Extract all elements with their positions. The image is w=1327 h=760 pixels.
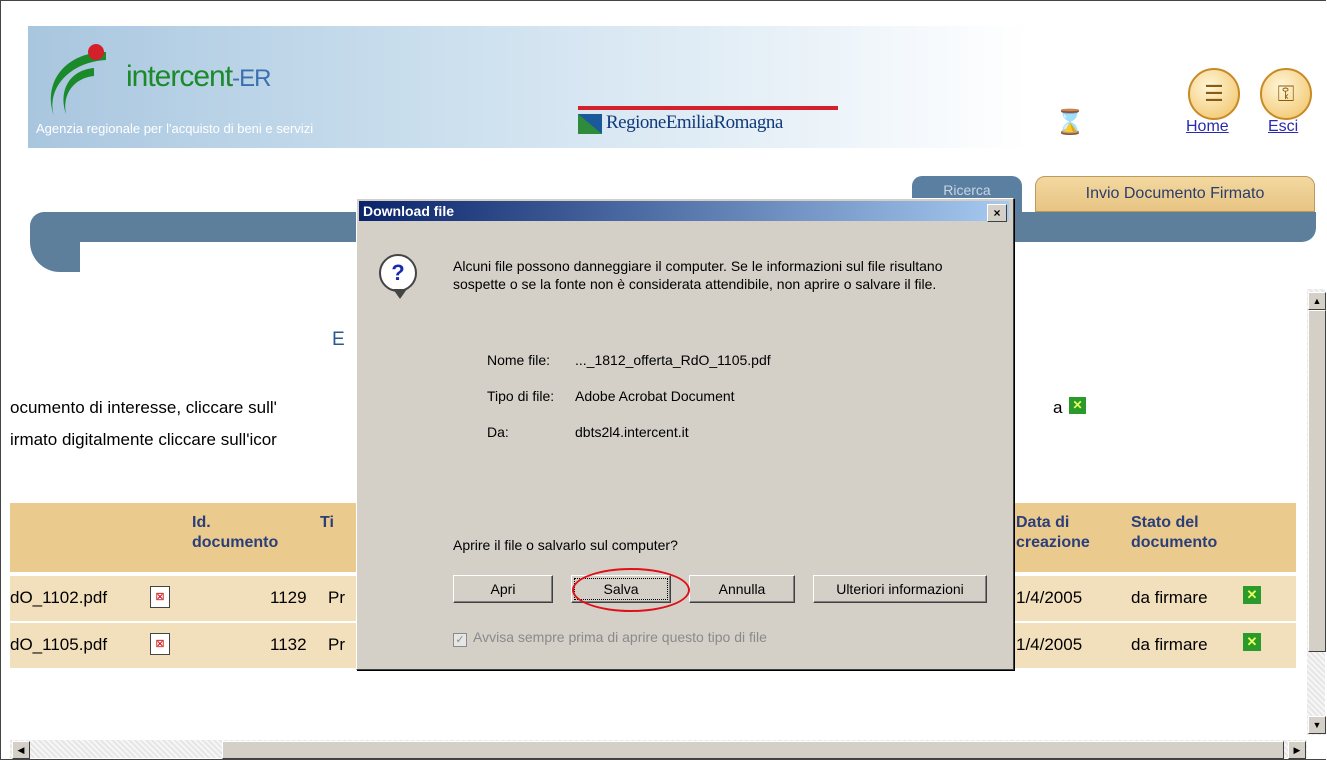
always-ask-label: Avvisa sempre prima di aprire questo tip… bbox=[473, 629, 767, 645]
instruction-line-1-end: a bbox=[1053, 398, 1063, 417]
pdf-icon[interactable]: ⊠ bbox=[150, 633, 170, 655]
annulla-button[interactable]: Annulla bbox=[689, 575, 795, 603]
scroll-right-icon[interactable]: ▶ bbox=[1288, 741, 1306, 759]
sign-icon: ✕ bbox=[1069, 397, 1086, 414]
vertical-scroll-thumb[interactable] bbox=[1308, 310, 1326, 652]
status-cell: da firmare bbox=[1131, 588, 1208, 607]
tipo-cell: Pr bbox=[328, 635, 345, 654]
dialog-title-bar[interactable]: Download file × bbox=[359, 201, 1009, 222]
close-icon[interactable]: × bbox=[987, 204, 1007, 222]
scroll-down-icon[interactable]: ▼ bbox=[1308, 716, 1326, 734]
dialog-question: Aprire il file o salvarlo sul computer? bbox=[453, 537, 678, 553]
id-cell: 1129 bbox=[270, 588, 307, 607]
intercent-logo-icon bbox=[50, 44, 106, 116]
file-name-cell[interactable]: dO_1102.pdf bbox=[10, 588, 107, 608]
esci-link[interactable]: Esci bbox=[1268, 118, 1298, 136]
column-header-stato: Stato del documento bbox=[1131, 514, 1218, 551]
salva-button[interactable]: Salva bbox=[571, 575, 671, 603]
question-icon-tail bbox=[393, 289, 407, 299]
instruction-line-1: ocumento di interesse, cliccare sull' bbox=[10, 398, 277, 417]
dialog-title: Download file bbox=[363, 203, 454, 219]
file-type-label: Tipo di file: bbox=[487, 388, 555, 404]
status-cell: da firmare bbox=[1131, 635, 1208, 654]
instruction-line-2: irmato digitalmente cliccare sull'icor bbox=[10, 430, 277, 449]
column-header-tipo: Ti bbox=[320, 514, 334, 531]
always-ask-checkbox-row: ✓ Avvisa sempre prima di aprire questo ti… bbox=[453, 629, 767, 647]
apri-button[interactable]: Apri bbox=[453, 575, 553, 603]
source-label: Da: bbox=[487, 424, 509, 440]
date-cell: 1/4/2005 bbox=[1016, 588, 1083, 607]
file-name-cell[interactable]: dO_1105.pdf bbox=[10, 635, 107, 655]
id-cell: 1132 bbox=[270, 635, 307, 654]
horizontal-scroll-thumb[interactable] bbox=[222, 741, 1284, 759]
source-value: dbts2l4.intercent.it bbox=[575, 424, 689, 440]
regione-logo: RegioneEmiliaRomagna bbox=[578, 106, 838, 140]
file-name-label: Nome file: bbox=[487, 352, 551, 368]
column-header-id: Id. documento bbox=[192, 514, 279, 551]
agency-tagline: Agenzia regionale per l'acquisto di beni… bbox=[36, 121, 314, 136]
file-type-value: Adobe Acrobat Document bbox=[575, 388, 735, 404]
pdf-icon[interactable]: ⊠ bbox=[150, 586, 170, 608]
home-icon[interactable]: ☰ bbox=[1188, 68, 1240, 120]
column-header-data: Data di creazione bbox=[1016, 514, 1090, 551]
sign-document-icon[interactable]: ✕ bbox=[1243, 586, 1261, 604]
more-info-button[interactable]: Ulteriori informazioni bbox=[813, 575, 987, 603]
date-cell: 1/4/2005 bbox=[1016, 635, 1083, 654]
page-heading: E bbox=[332, 329, 345, 350]
home-link[interactable]: Home bbox=[1186, 118, 1229, 136]
key-icon[interactable]: ⚿ bbox=[1260, 68, 1312, 120]
scroll-up-icon[interactable]: ▲ bbox=[1308, 292, 1326, 310]
download-dialog: Download file × ? Alcuni file possono da… bbox=[356, 198, 1014, 670]
tipo-cell: Pr bbox=[328, 588, 345, 607]
always-ask-checkbox[interactable]: ✓ bbox=[453, 633, 467, 647]
busy-cursor-icon: ⌛ bbox=[1055, 109, 1085, 136]
scroll-left-icon[interactable]: ◀ bbox=[12, 741, 30, 759]
tab-invio-documento[interactable]: Invio Documento Firmato bbox=[1035, 176, 1315, 212]
warning-message: Alcuni file possono danneggiare il compu… bbox=[453, 258, 943, 292]
question-icon: ? bbox=[379, 254, 417, 292]
file-name-value: ..._1812_offerta_RdO_1105.pdf bbox=[575, 352, 771, 368]
sign-document-icon[interactable]: ✕ bbox=[1243, 633, 1261, 651]
logo-wordmark: intercent-ER bbox=[126, 60, 271, 93]
